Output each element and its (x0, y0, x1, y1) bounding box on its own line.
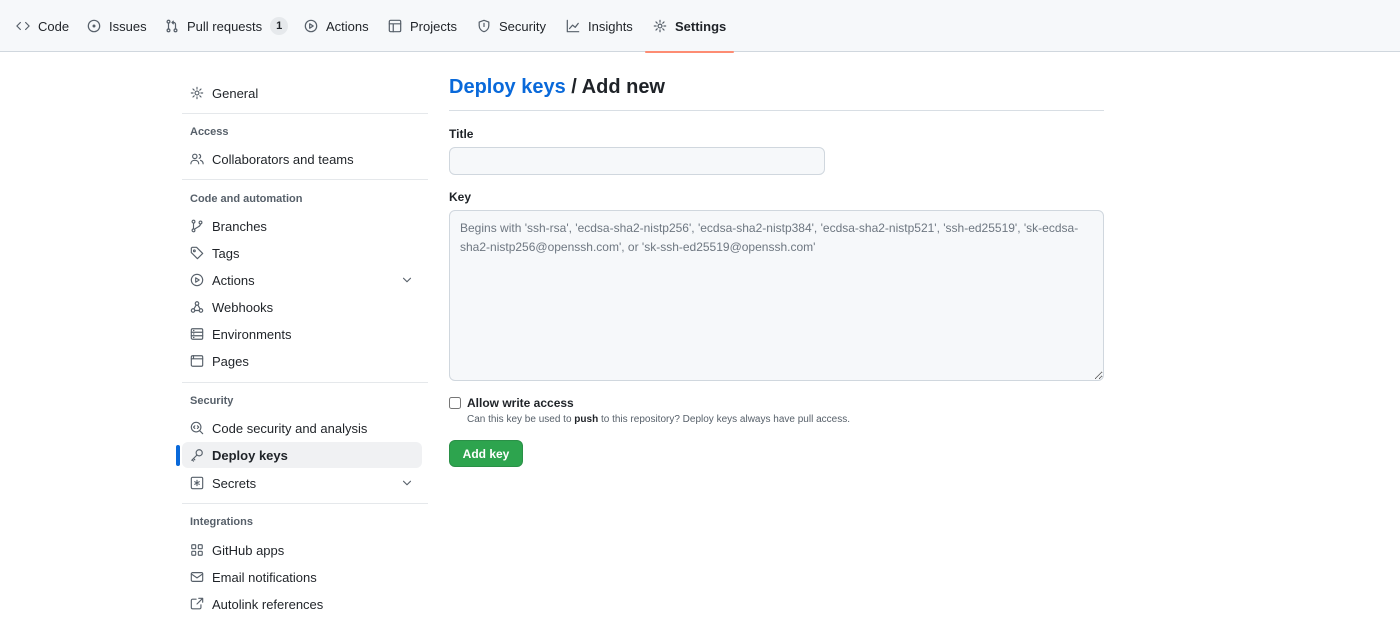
people-icon (190, 153, 204, 165)
sidebar-item-tags[interactable]: Tags (182, 240, 422, 266)
title-divider (449, 110, 1104, 111)
sidebar-divider (182, 503, 428, 504)
note-text-before: Can this key be used to (467, 414, 575, 425)
sidebar-item-collaborators[interactable]: Collaborators and teams (182, 146, 422, 172)
tab-insights[interactable]: Insights (566, 0, 633, 52)
sidebar-heading-security: Security (190, 395, 234, 407)
tab-label: Actions (326, 18, 369, 34)
sidebar-item-deploy-keys[interactable]: Deploy keys (182, 442, 422, 468)
key-label: Key (449, 190, 472, 204)
branch-icon (191, 219, 203, 233)
tab-label: Security (499, 18, 546, 34)
sidebar-item-label: Email notifications (212, 569, 317, 585)
graph-icon (566, 19, 580, 33)
tab-actions[interactable]: Actions (304, 0, 369, 52)
tab-label: Settings (675, 18, 727, 34)
table-icon (388, 19, 402, 33)
sidebar-item-label: General (212, 85, 259, 101)
tab-label: Issues (109, 18, 147, 34)
sidebar-item-label: Secrets (212, 475, 257, 491)
code-icon (16, 21, 30, 31)
tab-label: Insights (588, 18, 633, 34)
tab-issues[interactable]: Issues (87, 0, 147, 52)
tab-projects[interactable]: Projects (388, 0, 457, 52)
sidebar-heading-integrations: Integrations (190, 516, 253, 528)
tab-label: Projects (410, 18, 457, 34)
sidebar-item-label: Pages (212, 353, 249, 369)
shield-icon (478, 19, 490, 33)
note-text-after: to this repository? Deploy keys always h… (598, 414, 850, 425)
issue-icon (87, 19, 101, 33)
allow-write-label[interactable]: Allow write access (467, 396, 574, 410)
tab-security[interactable]: Security (477, 0, 546, 52)
sidebar-item-github-apps[interactable]: GitHub apps (182, 537, 422, 563)
sidebar-divider (182, 382, 428, 383)
sidebar-item-actions[interactable]: Actions (182, 267, 422, 293)
sidebar-item-label: Code security and analysis (212, 420, 368, 436)
allow-write-note: Can this key be used to push to this rep… (467, 414, 850, 425)
repo-nav: Code Issues Pull requests 1 Actions Proj… (0, 0, 1400, 53)
secret-icon (190, 476, 204, 490)
sidebar-item-label: Environments (212, 326, 292, 342)
gear-icon (190, 86, 204, 100)
sidebar-item-label: Collaborators and teams (212, 151, 354, 167)
page-title: Deploy keys / Add new (449, 76, 665, 99)
sidebar-item-environments[interactable]: Environments (182, 321, 422, 347)
breadcrumb-current: / Add new (565, 76, 665, 98)
server-icon (190, 328, 204, 340)
browser-icon (190, 355, 204, 367)
tab-settings[interactable]: Settings (644, 0, 735, 53)
allow-write-checkbox[interactable] (449, 397, 461, 409)
gear-icon (653, 19, 667, 33)
sidebar-item-label: Webhooks (212, 299, 274, 315)
sidebar-heading-code-automation: Code and automation (190, 193, 303, 205)
sidebar-item-autolink-references[interactable]: Autolink references (182, 591, 422, 617)
sidebar-heading-access: Access (190, 126, 229, 138)
sidebar-item-general[interactable]: General (182, 80, 422, 106)
play-icon (190, 273, 204, 287)
sidebar-item-label: Deploy keys (212, 447, 288, 463)
selected-indicator (176, 445, 180, 466)
sidebar-item-pages[interactable]: Pages (182, 348, 422, 374)
breadcrumb-deploy-keys-link[interactable]: Deploy keys (449, 76, 566, 98)
sidebar-item-branches[interactable]: Branches (182, 213, 422, 239)
sidebar-item-label: Tags (212, 245, 240, 261)
key-textarea[interactable] (449, 210, 1104, 381)
tab-code[interactable]: Code (16, 0, 69, 52)
sidebar-item-label: Autolink references (212, 596, 324, 612)
sidebar-item-label: Actions (212, 272, 255, 288)
apps-icon (191, 544, 203, 556)
codescan-icon (190, 421, 204, 435)
tab-pull-requests[interactable]: Pull requests 1 (165, 0, 289, 52)
add-key-button[interactable]: Add key (449, 440, 523, 467)
pull-request-icon (166, 19, 178, 33)
title-input[interactable] (449, 147, 825, 175)
tab-label: Code (38, 18, 70, 34)
pull-request-count-badge: 1 (270, 17, 289, 35)
play-icon (304, 19, 318, 33)
chevron-down-icon[interactable] (400, 476, 414, 490)
sidebar-item-label: Branches (212, 218, 267, 234)
mail-icon (190, 572, 204, 582)
key-icon (191, 449, 203, 462)
sidebar-item-email-notifications[interactable]: Email notifications (182, 564, 422, 590)
sidebar-item-webhooks[interactable]: Webhooks (182, 294, 422, 320)
tag-icon (190, 246, 204, 260)
sidebar-item-secrets[interactable]: Secrets (182, 470, 422, 496)
sidebar-item-label: GitHub apps (212, 542, 285, 558)
sidebar-divider (182, 113, 428, 114)
title-label: Title (449, 127, 474, 141)
webhook-icon (190, 301, 204, 313)
sidebar-item-code-security[interactable]: Code security and analysis (182, 415, 422, 441)
note-text-bold: push (574, 414, 599, 425)
chevron-down-icon[interactable] (400, 273, 414, 287)
tab-label: Pull requests (187, 18, 263, 34)
sidebar-divider (182, 179, 428, 180)
cross-reference-icon (190, 597, 204, 610)
